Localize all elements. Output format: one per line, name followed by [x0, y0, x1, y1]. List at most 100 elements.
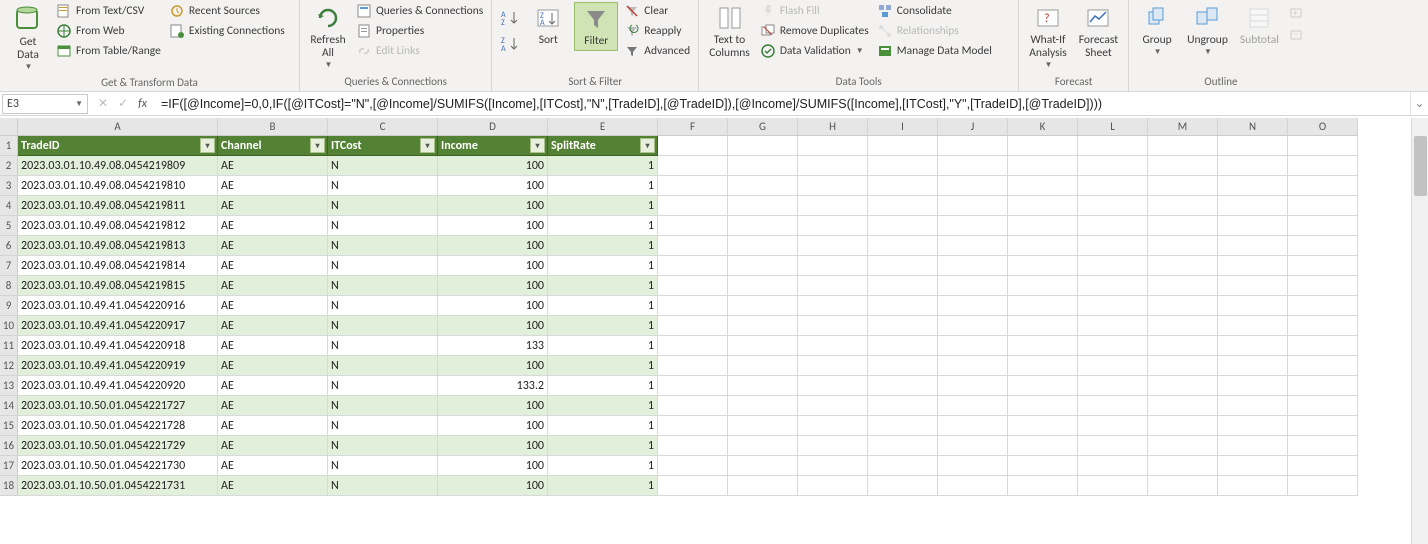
column-header[interactable]: H — [798, 118, 868, 136]
cell[interactable] — [938, 196, 1008, 216]
cell[interactable]: 2023.03.01.10.50.01.0454221729 — [18, 436, 218, 456]
cell[interactable]: N — [328, 276, 438, 296]
cell[interactable]: 133.2 — [438, 376, 548, 396]
cell[interactable] — [658, 236, 728, 256]
cell[interactable] — [798, 456, 868, 476]
cell[interactable]: N — [328, 376, 438, 396]
cell[interactable]: Channel▾ — [218, 136, 328, 156]
cell[interactable] — [1008, 196, 1078, 216]
cell[interactable] — [1008, 436, 1078, 456]
cell[interactable] — [868, 256, 938, 276]
cell[interactable] — [1288, 296, 1358, 316]
cell[interactable] — [1148, 296, 1218, 316]
cell[interactable] — [798, 316, 868, 336]
cell[interactable] — [1148, 436, 1218, 456]
cell[interactable] — [798, 216, 868, 236]
cell[interactable]: 1 — [548, 396, 658, 416]
column-header[interactable]: M — [1148, 118, 1218, 136]
cell[interactable] — [728, 176, 798, 196]
cell[interactable] — [658, 396, 728, 416]
column-header[interactable]: L — [1078, 118, 1148, 136]
cell[interactable] — [798, 436, 868, 456]
cell[interactable] — [728, 356, 798, 376]
cell[interactable] — [1288, 336, 1358, 356]
row-header[interactable]: 18 — [0, 476, 18, 496]
cell[interactable] — [1078, 376, 1148, 396]
cell[interactable]: 100 — [438, 416, 548, 436]
from-text-csv-button[interactable]: From Text/CSV — [54, 2, 163, 20]
row-header[interactable]: 3 — [0, 176, 18, 196]
formula-input[interactable] — [157, 94, 1410, 114]
cell[interactable] — [1008, 476, 1078, 496]
cell[interactable] — [868, 296, 938, 316]
cell[interactable] — [1078, 296, 1148, 316]
from-table-range-button[interactable]: From Table/Range — [54, 42, 163, 60]
cell[interactable]: 100 — [438, 156, 548, 176]
column-header[interactable]: F — [658, 118, 728, 136]
cell[interactable] — [798, 236, 868, 256]
cell[interactable] — [868, 336, 938, 356]
cell[interactable] — [938, 156, 1008, 176]
cell[interactable] — [1008, 136, 1078, 156]
cell[interactable] — [728, 396, 798, 416]
column-header[interactable]: I — [868, 118, 938, 136]
cell[interactable]: 100 — [438, 276, 548, 296]
cell[interactable]: N — [328, 336, 438, 356]
column-header[interactable]: A — [18, 118, 218, 136]
cell[interactable] — [1008, 296, 1078, 316]
cell[interactable] — [728, 476, 798, 496]
cell[interactable] — [1288, 176, 1358, 196]
cell[interactable]: 1 — [548, 236, 658, 256]
cell[interactable] — [1288, 476, 1358, 496]
cell[interactable] — [658, 136, 728, 156]
cell[interactable] — [1008, 156, 1078, 176]
properties-button[interactable]: Properties — [354, 22, 485, 40]
cell[interactable] — [1148, 416, 1218, 436]
cell[interactable] — [728, 416, 798, 436]
cell[interactable] — [1218, 356, 1288, 376]
cell[interactable]: N — [328, 296, 438, 316]
cell[interactable]: AE — [218, 176, 328, 196]
cell[interactable]: AE — [218, 356, 328, 376]
cell[interactable]: 2023.03.01.10.49.41.0454220916 — [18, 296, 218, 316]
cell[interactable] — [868, 316, 938, 336]
cell[interactable]: 1 — [548, 256, 658, 276]
text-to-columns-button[interactable]: Text to Columns — [705, 2, 754, 62]
cell[interactable]: 2023.03.01.10.49.41.0454220919 — [18, 356, 218, 376]
cell[interactable] — [868, 236, 938, 256]
row-header[interactable]: 2 — [0, 156, 18, 176]
existing-connections-button[interactable]: Existing Connections — [167, 22, 287, 40]
cell[interactable] — [868, 396, 938, 416]
cell[interactable] — [868, 136, 938, 156]
cell[interactable]: AE — [218, 396, 328, 416]
cell[interactable] — [658, 156, 728, 176]
cell[interactable] — [1008, 316, 1078, 336]
cell[interactable] — [1218, 396, 1288, 416]
cell[interactable] — [1218, 236, 1288, 256]
cell[interactable] — [798, 376, 868, 396]
vertical-scrollbar[interactable] — [1411, 118, 1428, 544]
cell[interactable] — [728, 256, 798, 276]
cell[interactable] — [868, 456, 938, 476]
cell[interactable] — [1288, 256, 1358, 276]
cell[interactable] — [1148, 396, 1218, 416]
cell[interactable] — [798, 176, 868, 196]
cell[interactable] — [798, 396, 868, 416]
cell[interactable]: 2023.03.01.10.50.01.0454221728 — [18, 416, 218, 436]
cell[interactable] — [938, 436, 1008, 456]
cell[interactable]: 1 — [548, 436, 658, 456]
cell[interactable] — [1078, 136, 1148, 156]
cell[interactable]: TradeID▾ — [18, 136, 218, 156]
filter-dropdown-button[interactable]: ▾ — [530, 138, 545, 153]
cell[interactable] — [1078, 336, 1148, 356]
cell[interactable] — [658, 216, 728, 236]
queries-connections-button[interactable]: Queries & Connections — [354, 2, 485, 20]
cell[interactable] — [1008, 416, 1078, 436]
row-header[interactable]: 15 — [0, 416, 18, 436]
consolidate-button[interactable]: Consolidate — [875, 2, 994, 20]
cell[interactable] — [1148, 236, 1218, 256]
cell[interactable] — [868, 436, 938, 456]
cell[interactable] — [1008, 376, 1078, 396]
cell[interactable]: 2023.03.01.10.49.08.0454219811 — [18, 196, 218, 216]
cell[interactable]: 2023.03.01.10.50.01.0454221731 — [18, 476, 218, 496]
